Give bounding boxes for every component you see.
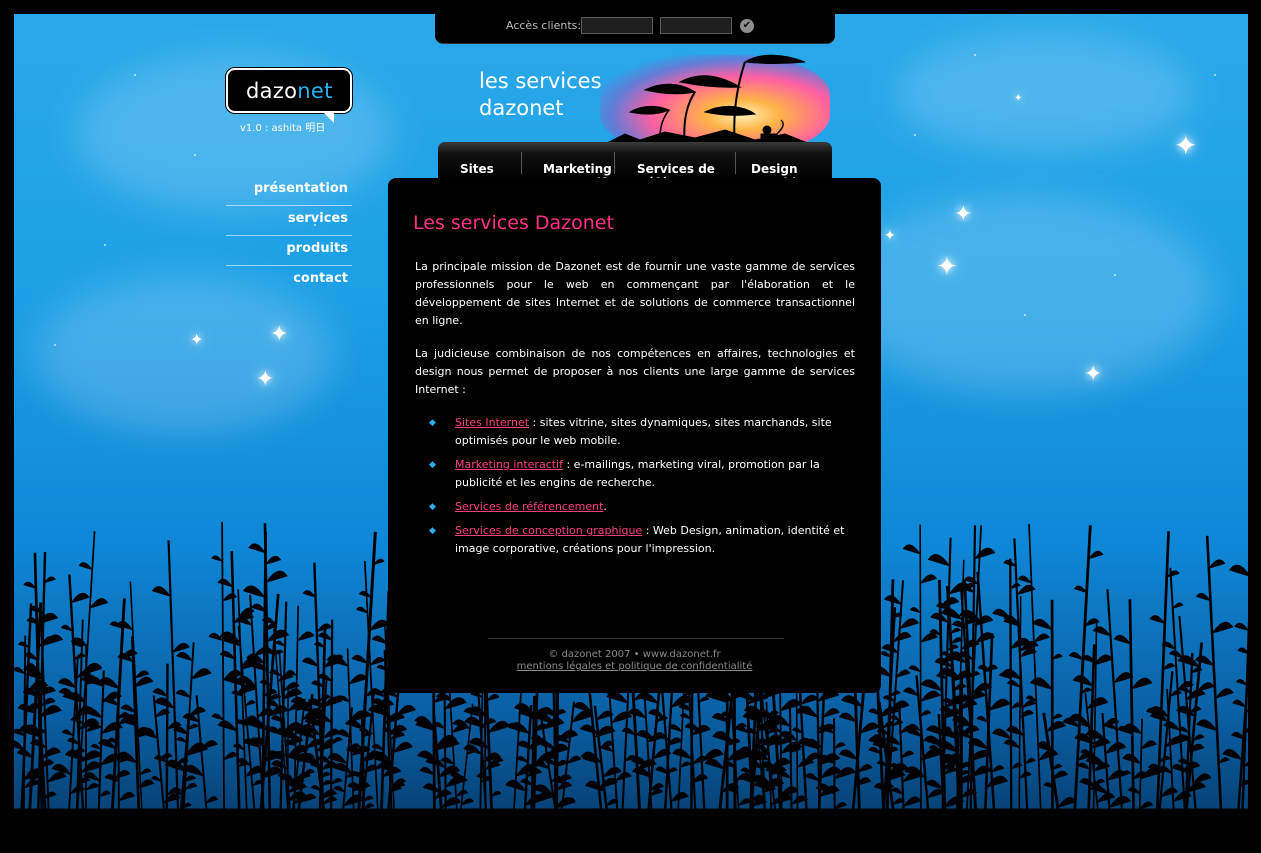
list-item: ◆ Sites Internet : sites vitrine, sites …	[415, 414, 845, 450]
star-dot	[54, 344, 56, 346]
bullet-icon: ◆	[429, 460, 436, 470]
star-dot	[974, 54, 976, 56]
bullet-icon: ◆	[429, 526, 436, 536]
link-services-referencement[interactable]: Services de référencement	[455, 500, 603, 513]
star-icon: ✦	[256, 367, 275, 392]
star-icon: ✦	[1084, 362, 1103, 387]
services-list: ◆ Sites Internet : sites vitrine, sites …	[415, 414, 845, 564]
copyright-text: © dazonet 2007 • www.dazonet.fr	[548, 649, 721, 660]
username-input[interactable]	[581, 17, 653, 34]
link-conception-graphique[interactable]: Services de conception graphique	[455, 524, 642, 537]
star-dot	[104, 244, 106, 246]
sidenav-item-presentation[interactable]: présentation	[226, 176, 352, 206]
intro-paragraph: La principale mission de Dazonet est de …	[415, 260, 855, 327]
logo-text-net: net	[297, 79, 333, 103]
content-heading: Les services Dazonet	[413, 212, 614, 234]
star-icon: ✦	[936, 252, 958, 282]
cloud	[34, 274, 334, 434]
cloud	[894, 34, 1194, 154]
header-title-line1: les services	[479, 69, 602, 93]
star-dot	[1024, 314, 1026, 316]
check-circle-icon[interactable]: ✔	[740, 19, 754, 33]
login-label: Accès clients:	[506, 19, 582, 32]
side-nav: présentation services produits contact	[226, 176, 352, 295]
service-tabs: Sites Internet Marketing Interactif Serv…	[438, 142, 832, 190]
client-login-bar: Accès clients: ✔	[435, 0, 835, 43]
sidenav-item-produits[interactable]: produits	[226, 236, 352, 266]
bullet-icon: ◆	[429, 502, 436, 512]
star-dot	[134, 74, 136, 76]
star-icon: ✦	[1014, 93, 1023, 104]
bullet-icon: ◆	[429, 418, 436, 428]
link-sites-internet[interactable]: Sites Internet	[455, 416, 529, 429]
logo[interactable]: dazonet	[226, 68, 352, 123]
star-icon: ✦	[954, 202, 973, 227]
sidenav-item-contact[interactable]: contact	[226, 266, 352, 295]
tab-design-graphique[interactable]: Design Graphique	[736, 142, 832, 190]
page-header-title: les services dazonet	[479, 68, 602, 122]
tab-marketing-interactif[interactable]: Marketing Interactif	[522, 142, 615, 190]
star-icon: ✦	[1174, 129, 1198, 162]
star-icon: ✦	[270, 322, 289, 347]
sidenav-item-services[interactable]: services	[226, 206, 352, 236]
password-input[interactable]	[660, 17, 732, 34]
header-title-line2: dazonet	[479, 96, 564, 120]
footer-divider	[488, 638, 784, 639]
list-item: ◆ Marketing interactif : e-mailings, mar…	[415, 456, 845, 492]
content-panel: Les services Dazonet La principale missi…	[388, 178, 881, 693]
version-label: v1.0 : ashita 明日	[240, 123, 326, 134]
legal-link[interactable]: mentions légales et politique de confide…	[517, 661, 753, 672]
combination-paragraph: La judicieuse combinaison de nos compéte…	[415, 347, 855, 396]
footer-legal: mentions légales et politique de confide…	[388, 661, 881, 673]
tab-sites-internet[interactable]: Sites Internet	[438, 142, 522, 190]
link-marketing-interactif[interactable]: Marketing interactif	[455, 458, 563, 471]
star-dot	[1114, 274, 1116, 276]
list-item: ◆ Services de référencement.	[415, 498, 845, 516]
logo-text-dazo: dazo	[246, 79, 298, 103]
star-icon: ✦	[190, 330, 204, 349]
list-item-text: .	[603, 500, 607, 513]
logo-wordmark: dazonet	[246, 79, 333, 103]
tab-services-referencement[interactable]: Services de Référencement	[615, 142, 741, 190]
star-icon: ✦	[884, 228, 896, 244]
star-dot	[1214, 74, 1216, 76]
star-dot	[194, 154, 196, 156]
cloud	[834, 194, 1214, 394]
list-item: ◆ Services de conception graphique : Web…	[415, 522, 845, 558]
plant-illustration-icon	[604, 54, 825, 147]
star-dot	[914, 134, 916, 136]
